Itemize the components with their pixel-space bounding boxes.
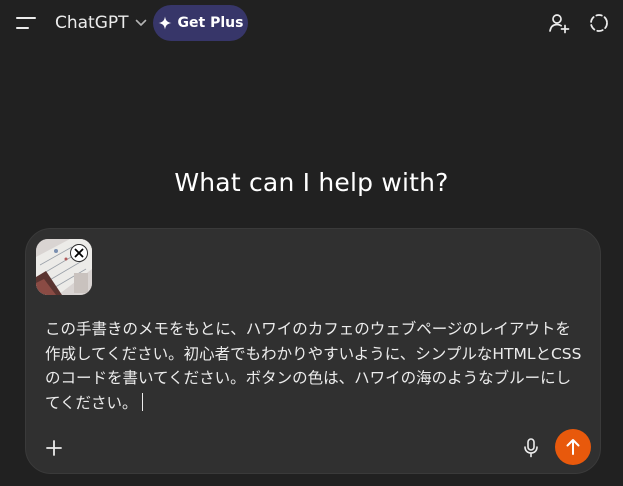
send-button[interactable] (555, 429, 591, 465)
microphone-icon (524, 438, 538, 458)
voice-input-button[interactable] (520, 434, 542, 462)
prompt-composer: この手書きのメモをもとに、ハワイのカフェのウェブページのレイアウトを作成してくだ… (25, 228, 601, 474)
prompt-text: この手書きのメモをもとに、ハワイのカフェのウェブページのレイアウトを作成してくだ… (45, 320, 582, 412)
sparkle-icon (158, 16, 172, 30)
temporary-chat-button[interactable] (586, 10, 612, 36)
sidebar-menu-icon (16, 17, 36, 29)
temporary-chat-icon (590, 14, 608, 32)
model-name: ChatGPT (55, 13, 129, 33)
plus-icon (46, 440, 62, 456)
arrow-up-icon (566, 439, 580, 455)
remove-attachment-button[interactable] (70, 244, 88, 262)
chevron-down-icon (135, 19, 146, 26)
top-bar: ChatGPT Get Plus (0, 0, 623, 46)
close-icon (74, 248, 84, 258)
get-plus-label: Get Plus (177, 15, 244, 31)
page-title: What can I help with? (174, 168, 449, 197)
add-person-icon (549, 14, 570, 34)
sidebar-toggle-button[interactable] (12, 9, 40, 37)
get-plus-button[interactable]: Get Plus (153, 5, 248, 41)
model-selector[interactable]: ChatGPT (55, 10, 147, 36)
add-attachment-button[interactable] (40, 434, 68, 462)
text-caret (141, 392, 143, 411)
prompt-input[interactable]: この手書きのメモをもとに、ハワイのカフェのウェブページのレイアウトを作成してくだ… (45, 317, 585, 415)
share-invite-button[interactable] (546, 10, 572, 36)
